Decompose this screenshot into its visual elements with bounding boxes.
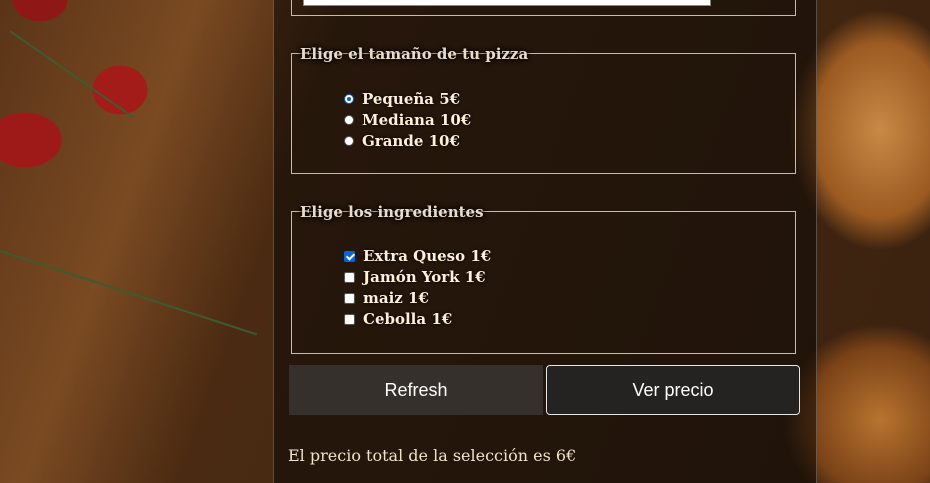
ingredient-option-corn[interactable]: maiz 1€ [344,289,429,307]
size-option-large[interactable]: Grande 10€ [344,132,460,150]
ingredient-label: maiz 1€ [363,289,429,307]
size-legend: Elige el tamaño de tu pizza [300,45,529,63]
ingredients-fieldset: Elige los ingredientes Extra Queso 1€ Ja… [291,203,796,354]
size-option-medium[interactable]: Mediana 10€ [344,111,471,129]
checkbox-ham[interactable] [344,271,355,283]
radio-medium[interactable] [344,115,354,125]
ingredient-label: Cebolla 1€ [363,310,453,328]
ingredient-option-ham[interactable]: Jamón York 1€ [344,268,486,286]
ingredients-legend: Elige los ingredientes [300,203,484,221]
checkbox-onion[interactable] [344,313,355,325]
radio-small[interactable] [344,94,354,104]
refresh-button[interactable]: Refresh [289,365,543,415]
ingredient-option-cheese[interactable]: Extra Queso 1€ [344,247,491,265]
ingredient-option-onion[interactable]: Cebolla 1€ [344,310,452,328]
view-price-button[interactable]: Ver precio [546,365,800,415]
total-price-text: El precio total de la selección es 6€ [288,446,577,465]
name-input[interactable] [303,0,711,6]
ingredient-label: Extra Queso 1€ [363,247,492,265]
size-label: Grande 10€ [362,132,460,150]
radio-large[interactable] [344,136,354,146]
size-option-small[interactable]: Pequeña 5€ [344,90,460,108]
size-label: Pequeña 5€ [362,90,461,108]
size-label: Mediana 10€ [362,111,472,129]
checkbox-cheese[interactable] [344,250,355,262]
ingredient-label: Jamón York 1€ [363,268,486,286]
checkbox-corn[interactable] [344,292,355,304]
size-fieldset: Elige el tamaño de tu pizza Pequeña 5€ M… [291,45,796,174]
